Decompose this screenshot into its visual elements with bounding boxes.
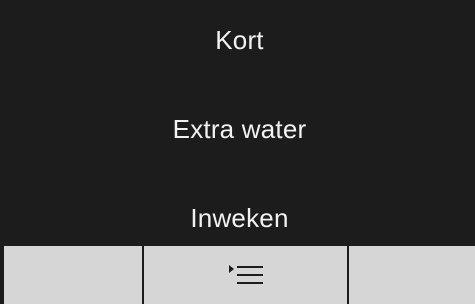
menu-list-icon [226,262,266,288]
menu-item-kort[interactable]: Kort [4,24,475,56]
menu-list-softkey[interactable] [144,246,349,304]
appliance-display: Kort Extra water Inweken [0,0,475,304]
menu-item-extra-water[interactable]: Extra water [4,113,475,145]
menu-item-inweken[interactable]: Inweken [4,202,475,234]
left-softkey[interactable] [4,246,144,304]
option-menu: Kort Extra water Inweken [4,4,475,244]
right-softkey[interactable] [349,246,475,304]
softkey-bar [4,244,475,304]
